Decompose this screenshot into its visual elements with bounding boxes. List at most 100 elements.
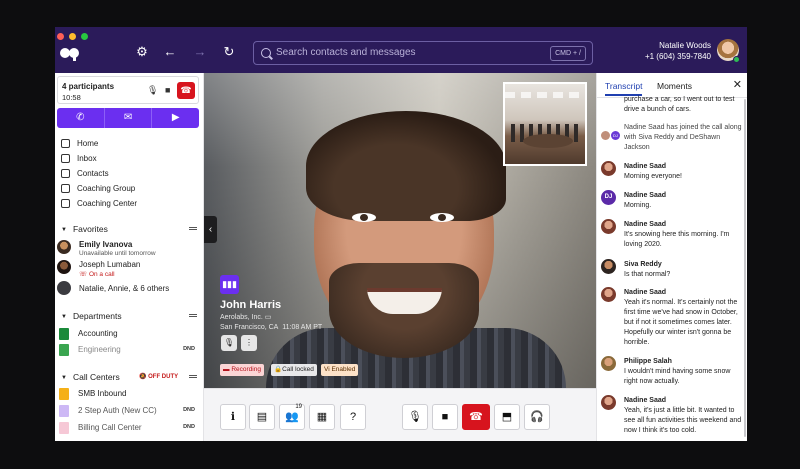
- user-phone: +1 (604) 359-7840: [644, 52, 711, 61]
- dnd-badge: DND: [183, 346, 195, 352]
- refresh-icon[interactable]: ↻: [222, 45, 236, 59]
- dnd-badge: DND: [183, 424, 195, 430]
- camera-button[interactable]: ■: [432, 404, 458, 430]
- info-button[interactable]: ℹ: [220, 404, 246, 430]
- favorite-joseph[interactable]: Joseph Lumaban ☏ On a call: [57, 260, 197, 280]
- quick-actions: ✆ ✉ ▶: [57, 108, 199, 128]
- vi-enabled-chip[interactable]: Vi Enabled: [321, 364, 359, 376]
- microphone-icon: 🎙: [408, 411, 422, 423]
- hang-up-button[interactable]: ☎: [177, 82, 195, 99]
- favorites-menu-icon[interactable]: [189, 227, 197, 230]
- nav-home[interactable]: Home: [61, 136, 137, 151]
- call-button[interactable]: ✆: [57, 108, 105, 128]
- microphone-icon[interactable]: 🎙: [147, 85, 158, 96]
- minimize-window-button[interactable]: [69, 33, 76, 40]
- keypad-button[interactable]: ▦: [309, 404, 335, 430]
- mute-button[interactable]: 🎙: [402, 404, 428, 430]
- department-accounting[interactable]: Accounting: [59, 327, 199, 341]
- favorites-header[interactable]: Favorites: [61, 224, 108, 234]
- call-center-color-icon: [59, 388, 69, 400]
- off-duty-badge[interactable]: 🔕 OFF DUTY: [139, 373, 178, 380]
- call-centers-menu-icon[interactable]: [189, 375, 197, 378]
- chat-icon: ▤: [256, 411, 268, 423]
- nav-inbox[interactable]: Inbox: [61, 151, 137, 166]
- chat-button[interactable]: ▤: [249, 404, 275, 430]
- transcript-message: DJ Nadine Saad Morning.: [601, 190, 741, 214]
- end-call-button[interactable]: ☎: [462, 404, 490, 430]
- home-icon: [61, 139, 70, 148]
- avatar: [601, 259, 616, 274]
- audio-settings-button[interactable]: 🎧: [524, 404, 550, 430]
- settings-gear-icon[interactable]: ⚙: [135, 45, 149, 59]
- search-icon: [261, 48, 271, 58]
- search-input[interactable]: Search contacts and messages CMD + /: [253, 41, 593, 65]
- participants-icon: 👥: [285, 411, 299, 423]
- main-nav: Home Inbox Contacts Coaching Group Coach…: [61, 136, 137, 211]
- maximize-window-button[interactable]: [81, 33, 88, 40]
- user-name: Natalie Woods: [659, 41, 711, 50]
- favorite-emily[interactable]: Emily Ivanova Unavailable until tomorrow: [57, 240, 197, 260]
- contacts-icon: [61, 169, 70, 178]
- transcript-message: purchase a car, so I went out to test dr…: [624, 96, 735, 113]
- call-center-billing[interactable]: Billing Call Center DND: [59, 421, 199, 435]
- avatar: [601, 161, 616, 176]
- audio-wave-icon: ▮▮▮: [220, 275, 239, 294]
- recording-chip[interactable]: ▬ Recording: [220, 364, 264, 376]
- department-color-icon: [59, 344, 69, 356]
- message-button[interactable]: ✉: [105, 108, 153, 128]
- avatar: DJ: [611, 131, 620, 140]
- department-engineering[interactable]: Engineering DND: [59, 343, 199, 357]
- back-arrow-icon[interactable]: ←: [163, 45, 177, 59]
- help-button[interactable]: ?: [340, 404, 366, 430]
- transcript-scrollbar[interactable]: [744, 99, 746, 437]
- dnd-badge: DND: [183, 407, 195, 413]
- video-button[interactable]: ▶: [152, 108, 199, 128]
- transcript-message: Nadine Saad Morning everyone!: [601, 161, 741, 185]
- caller-mic-icon[interactable]: 🎙: [221, 335, 237, 351]
- current-user[interactable]: Natalie Woods +1 (604) 359-7840: [645, 40, 711, 62]
- nav-coaching-group[interactable]: Coaching Group: [61, 181, 137, 196]
- call-center-2-step-auth[interactable]: 2 Step Auth (New CC) DND: [59, 404, 199, 418]
- video-camera-icon[interactable]: ■: [165, 85, 170, 95]
- collapse-sidebar-chevron-icon[interactable]: ‹: [204, 216, 217, 243]
- search-placeholder: Search contacts and messages: [276, 47, 416, 58]
- caller-more-options-icon[interactable]: ⋮: [241, 335, 257, 351]
- close-window-button[interactable]: [57, 33, 64, 40]
- call-duration: 10:58: [62, 93, 81, 102]
- help-icon: ?: [349, 411, 357, 423]
- window-controls: [57, 33, 88, 40]
- active-call-card[interactable]: 4 participants 10:58 🎙 ■ ☎: [57, 76, 199, 104]
- screen-share-button[interactable]: ⬒: [494, 404, 520, 430]
- departments-menu-icon[interactable]: [189, 314, 197, 317]
- avatar: [601, 219, 616, 234]
- favorite-group[interactable]: Natalie, Annie, & 6 others: [57, 281, 197, 297]
- coaching-group-icon: [61, 184, 70, 193]
- transcript-panel: Transcript Moments ✕ purchase a car, so …: [596, 73, 747, 441]
- top-bar: ⚙ ← → ↻ Search contacts and messages CMD…: [55, 27, 747, 73]
- group-icon: [57, 281, 71, 295]
- call-center-smb-inbound[interactable]: SMB Inbound: [59, 387, 199, 401]
- avatar: [57, 260, 71, 274]
- call-centers-header[interactable]: Call Centers: [61, 372, 120, 382]
- self-view-video[interactable]: [503, 82, 587, 166]
- coaching-center-icon: [61, 199, 70, 208]
- info-icon: ℹ: [230, 411, 236, 423]
- participants-badge: 19: [295, 404, 302, 410]
- departments-header[interactable]: Departments: [61, 311, 122, 321]
- nav-contacts[interactable]: Contacts: [61, 166, 137, 181]
- transcript-message: Nadine Saad Yeah it's normal. It's certa…: [601, 287, 741, 351]
- close-icon[interactable]: ✕: [733, 78, 742, 91]
- call-locked-chip[interactable]: 🔒Call locked: [271, 364, 317, 376]
- nav-coaching-center[interactable]: Coaching Center: [61, 196, 137, 211]
- tab-transcript[interactable]: Transcript: [605, 81, 643, 96]
- participants-count: 4 participants: [62, 82, 115, 91]
- avatar: [601, 395, 616, 410]
- headset-icon: 🎧: [530, 411, 544, 423]
- call-center-color-icon: [59, 422, 69, 434]
- participants-button[interactable]: 👥 19: [279, 404, 305, 430]
- avatar: [601, 356, 616, 371]
- lock-icon: 🔒: [274, 366, 283, 373]
- tab-moments[interactable]: Moments: [657, 81, 692, 91]
- forward-arrow-icon[interactable]: →: [193, 45, 207, 59]
- transcript-message: Philippe Salah I wouldn't mind having so…: [601, 356, 741, 388]
